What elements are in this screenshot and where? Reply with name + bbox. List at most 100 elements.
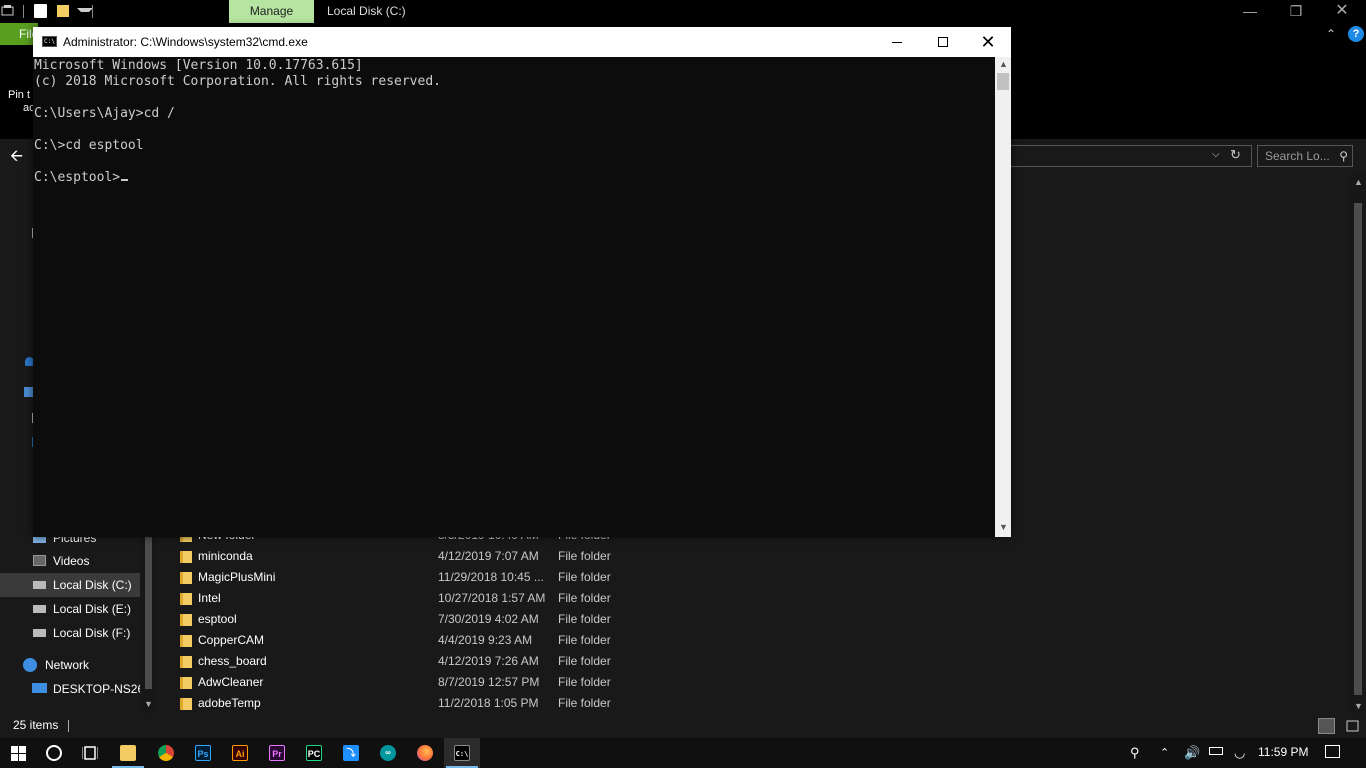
file-type: File folder xyxy=(558,591,611,605)
nav-item-local-disk-e[interactable]: Local Disk (E:) xyxy=(0,597,140,621)
quick-access-checklist-icon[interactable] xyxy=(34,4,47,18)
battery-icon[interactable] xyxy=(1209,747,1223,755)
task-view-button[interactable] xyxy=(72,738,108,768)
action-center-icon[interactable] xyxy=(1325,745,1340,758)
large-icons-view-icon[interactable] xyxy=(1344,718,1361,734)
folder-icon xyxy=(180,677,192,689)
manage-contextual-tab[interactable]: Manage xyxy=(229,0,314,23)
file-name: esptool xyxy=(198,612,237,626)
scroll-down-arrow-icon[interactable]: ▼ xyxy=(144,699,153,709)
scrollbar-thumb[interactable] xyxy=(1354,203,1362,695)
file-row[interactable]: miniconda 4/12/2019 7:07 AM File folder xyxy=(157,546,717,567)
item-count: 25 items xyxy=(13,718,59,732)
taskbar-app-illustrator[interactable]: Ai xyxy=(222,738,258,768)
quick-access-new-folder-icon[interactable] xyxy=(57,5,69,17)
console-prompt-line[interactable]: C:\esptool> xyxy=(34,170,129,186)
photoshop-icon: Ps xyxy=(195,745,211,761)
address-history-chevron-icon[interactable]: ⌵ xyxy=(1212,149,1220,160)
nav-item-desktop-pc[interactable]: DESKTOP-NS26C xyxy=(0,677,140,701)
toolbar-divider xyxy=(92,5,93,18)
taskbar-app-arduino[interactable]: ∞ xyxy=(370,738,406,768)
quick-access-properties-icon[interactable] xyxy=(1,4,15,19)
show-hidden-icons-chevron-icon[interactable]: ⌃ xyxy=(1160,746,1169,759)
nav-item-videos[interactable]: Videos xyxy=(0,549,140,573)
file-date-modified: 4/12/2019 7:07 AM xyxy=(438,549,539,563)
premiere-icon: Pr xyxy=(269,745,285,761)
arduino-icon: ∞ xyxy=(380,745,396,761)
file-row[interactable]: CopperCAM 4/4/2019 9:23 AM File folder xyxy=(157,630,717,651)
nav-item-local-disk-c[interactable]: Local Disk (C:) xyxy=(0,573,140,597)
cmd-scrollbar[interactable]: ▲ ▼ xyxy=(995,57,1011,537)
back-arrow-icon[interactable]: 🡨 xyxy=(10,145,23,172)
file-name: chess_board xyxy=(198,654,267,668)
file-row[interactable]: AdwCleaner 8/7/2019 12:57 PM File folder xyxy=(157,672,717,693)
wifi-icon[interactable]: ◡ xyxy=(1234,745,1245,761)
taskbar-app-premiere[interactable]: Pr xyxy=(259,738,295,768)
search-input[interactable]: Search Lo... ⚲ xyxy=(1257,145,1353,167)
file-type: File folder xyxy=(558,696,611,710)
illustrator-icon: Ai xyxy=(232,745,248,761)
customize-toolbar-chevron-icon[interactable] xyxy=(77,8,93,12)
taskbar-app-file-explorer[interactable] xyxy=(110,738,146,768)
cmd-console-output[interactable]: Microsoft Windows [Version 10.0.17763.61… xyxy=(33,57,995,537)
cmd-titlebar[interactable]: C:\ Administrator: C:\Windows\system32\c… xyxy=(33,27,1011,57)
file-type: File folder xyxy=(558,612,611,626)
taskbar-app-pycharm[interactable]: PC xyxy=(296,738,332,768)
file-row[interactable]: esptool 7/30/2019 4:02 AM File folder xyxy=(157,609,717,630)
file-list-scrollbar[interactable]: ▲ ▼ xyxy=(1350,173,1366,713)
file-row[interactable]: adobeTemp 11/2/2018 1:05 PM File folder xyxy=(157,693,717,714)
search-button[interactable] xyxy=(36,738,72,768)
status-bar: 25 items xyxy=(0,713,1366,738)
nav-item-label: Local Disk (E:) xyxy=(53,602,132,616)
explorer-titlebar: Manage Local Disk (C:) — ❐ ✕ xyxy=(0,0,1366,23)
file-name: CopperCAM xyxy=(198,633,265,647)
search-icon: ⚲ xyxy=(1339,149,1348,163)
scroll-up-arrow-icon[interactable]: ▲ xyxy=(1354,177,1363,187)
nav-item-label: Videos xyxy=(53,554,90,568)
nav-item-label: Local Disk (F:) xyxy=(53,626,131,640)
file-row[interactable]: Intel 10/27/2018 1:57 AM File folder xyxy=(157,588,717,609)
text-cursor xyxy=(121,179,129,181)
file-row[interactable]: chess_board 4/12/2019 7:26 AM File folder xyxy=(157,651,717,672)
volume-icon[interactable]: 🔊 xyxy=(1184,745,1200,761)
scroll-down-arrow-icon[interactable]: ▼ xyxy=(1354,701,1363,711)
clock[interactable]: 11:59 PM xyxy=(1258,745,1308,759)
taskbar-app-messenger[interactable]: ⤵ xyxy=(333,738,369,768)
scrollbar-thumb[interactable] xyxy=(997,73,1009,90)
people-icon[interactable]: ⚲ xyxy=(1130,745,1140,761)
explorer-restore-button[interactable]: ❐ xyxy=(1273,0,1319,23)
firefox-icon xyxy=(417,745,433,761)
taskbar-app-cmd[interactable]: C:\ xyxy=(444,738,480,768)
console-line: Microsoft Windows [Version 10.0.17763.61… xyxy=(34,58,363,73)
file-type: File folder xyxy=(558,675,611,689)
file-row[interactable]: MagicPlusMini 11/29/2018 10:45 ... File fo… xyxy=(157,567,717,588)
help-icon[interactable]: ? xyxy=(1348,26,1364,42)
file-name: adobeTemp xyxy=(198,696,261,710)
nav-item-network[interactable]: Network xyxy=(0,653,140,677)
cmd-minimize-button[interactable] xyxy=(874,27,920,57)
cmd-taskbar-icon: C:\ xyxy=(454,745,470,761)
explorer-minimize-button[interactable]: — xyxy=(1227,0,1273,23)
scrollbar-thumb[interactable] xyxy=(145,533,152,689)
cmd-icon[interactable]: C:\ xyxy=(42,36,57,47)
refresh-icon[interactable]: ↻ xyxy=(1230,147,1241,163)
cmd-close-button[interactable]: ✕ xyxy=(965,27,1011,57)
taskbar-app-chrome[interactable] xyxy=(148,738,184,768)
explorer-close-button[interactable]: ✕ xyxy=(1319,0,1365,23)
taskbar-app-firefox[interactable] xyxy=(407,738,443,768)
pin-to-quick-access-label[interactable]: Pin t xyxy=(8,89,30,101)
status-divider xyxy=(68,720,69,732)
start-button[interactable] xyxy=(0,738,36,768)
details-view-icon[interactable] xyxy=(1318,718,1335,734)
cortana-icon xyxy=(46,745,62,761)
console-prompt: C:\esptool> xyxy=(34,170,121,185)
cmd-window[interactable]: C:\ Administrator: C:\Windows\system32\c… xyxy=(33,27,1011,537)
console-line: C:\>cd esptool xyxy=(34,138,144,153)
nav-item-local-disk-f[interactable]: Local Disk (F:) xyxy=(0,621,140,645)
scroll-down-arrow-icon[interactable]: ▼ xyxy=(999,522,1008,532)
collapse-ribbon-icon[interactable]: ⌃ xyxy=(1326,27,1336,41)
cmd-maximize-button[interactable] xyxy=(920,27,966,57)
taskbar-app-photoshop[interactable]: Ps xyxy=(185,738,221,768)
file-date-modified: 11/2/2018 1:05 PM xyxy=(438,696,539,710)
scroll-up-arrow-icon[interactable]: ▲ xyxy=(999,59,1008,69)
